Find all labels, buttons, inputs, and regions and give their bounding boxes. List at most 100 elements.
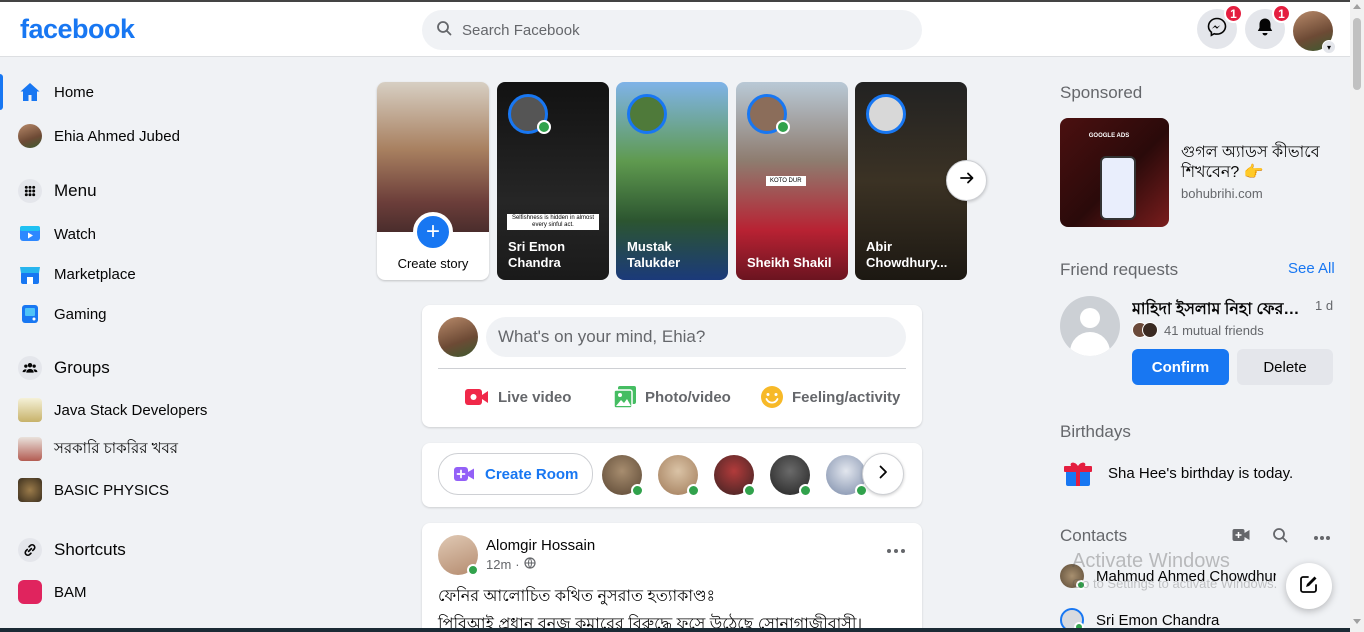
online-indicator xyxy=(687,484,700,497)
room-contact-avatar[interactable] xyxy=(602,455,644,497)
post-author-avatar[interactable] xyxy=(438,535,479,576)
messenger-button[interactable]: 1 xyxy=(1197,4,1243,49)
phone-graphic xyxy=(1100,156,1136,220)
ad-title[interactable]: গুগল অ্যাডস কীভাবে শিখবেন? 👉 xyxy=(1181,143,1331,183)
delete-request-button[interactable]: Delete xyxy=(1237,349,1333,385)
online-indicator xyxy=(537,120,551,134)
room-contact-avatar[interactable] xyxy=(714,455,756,497)
see-all-link[interactable]: See All xyxy=(1288,260,1335,277)
create-room-button[interactable]: Create Room xyxy=(438,453,594,495)
sidebar-item-label: Menu xyxy=(54,181,97,200)
composer-input[interactable]: What's on your mind, Ehia? xyxy=(486,317,906,357)
sidebar-item-watch[interactable]: Watch xyxy=(8,212,328,256)
sidebar-item-bam[interactable]: BAM xyxy=(8,570,328,614)
search-contacts-button[interactable] xyxy=(1268,525,1292,549)
arrow-right-icon xyxy=(958,169,976,192)
search-icon xyxy=(436,20,452,41)
online-indicator xyxy=(799,484,812,497)
sidebar-item-label: BAM xyxy=(54,583,87,601)
account-avatar-button[interactable]: ▾ xyxy=(1293,11,1336,54)
friend-request-name[interactable]: মাহিদা ইসলাম নিহা ফেরদৌসী xyxy=(1132,296,1307,323)
sidebar-item-gaming[interactable]: Gaming xyxy=(8,292,328,336)
link-icon xyxy=(18,538,42,562)
contacts-heading: Contacts xyxy=(1060,526,1128,545)
contacts-options-button[interactable] xyxy=(1310,525,1334,549)
sidebar-item-marketplace[interactable]: Marketplace xyxy=(8,252,328,296)
stories-next-button[interactable] xyxy=(946,160,987,201)
contact-name: Sri Emon Chandra xyxy=(1096,611,1220,629)
groups-icon xyxy=(18,356,42,380)
friend-requests-heading: Friend requests xyxy=(1060,260,1179,279)
ad-url[interactable]: bohubrihi.com xyxy=(1181,186,1263,201)
online-indicator xyxy=(743,484,756,497)
sidebar-item-label: সরকারি চাকরির খবর xyxy=(54,439,179,457)
story-card[interactable]: KOTO DUR Sheikh Shakil xyxy=(736,82,848,280)
story-name: Mustak Talukder xyxy=(627,239,681,270)
create-story-card[interactable]: + Create story xyxy=(377,82,489,280)
ad-image[interactable]: GOOGLE ADS xyxy=(1060,118,1169,227)
sidebar-item-menu[interactable]: Menu xyxy=(8,169,328,213)
post-author-name[interactable]: Alomgir Hossain xyxy=(486,537,595,554)
avatar[interactable] xyxy=(438,317,478,357)
create-story-label: Create story xyxy=(397,256,469,271)
notifications-button[interactable]: 1 xyxy=(1245,4,1291,49)
sidebar-item-shortcuts[interactable]: Shortcuts xyxy=(8,528,328,572)
story-name: Sheikh Shakil xyxy=(747,255,832,270)
scroll-down-icon[interactable] xyxy=(1353,619,1361,624)
post-composer: What's on your mind, Ehia? Live video Ph… xyxy=(422,305,922,427)
search-input[interactable] xyxy=(462,21,882,39)
story-avatar xyxy=(627,94,667,134)
gift-icon xyxy=(1060,455,1096,491)
scroll-up-icon[interactable] xyxy=(1353,4,1361,9)
mutual-friend-avatar xyxy=(1142,322,1158,338)
birthday-notice[interactable]: Sha Hee's birthday is today. xyxy=(1060,455,1293,491)
birthday-person[interactable]: Sha Hee xyxy=(1108,465,1166,482)
watch-icon xyxy=(18,222,42,246)
story-card[interactable]: Selfishness is hidden in almost every si… xyxy=(497,82,609,280)
post-more-button[interactable] xyxy=(886,541,906,559)
rooms-next-button[interactable] xyxy=(862,453,904,495)
sidebar-item-group-java[interactable]: Java Stack Developers xyxy=(8,388,328,432)
facebook-logo[interactable]: facebook xyxy=(20,14,135,45)
photo-video-label: Photo/video xyxy=(645,388,731,406)
home-icon xyxy=(18,80,42,104)
live-video-button[interactable]: Live video xyxy=(464,382,571,412)
room-contact-avatar[interactable] xyxy=(770,455,812,497)
online-indicator xyxy=(467,564,479,576)
photo-icon xyxy=(613,385,637,409)
live-video-label: Live video xyxy=(498,388,572,406)
video-camera-icon xyxy=(1232,528,1250,547)
sidebar-item-group-physics[interactable]: BASIC PHYSICS xyxy=(8,468,328,512)
friend-request-time: 1 d xyxy=(1315,298,1334,313)
confirm-request-button[interactable]: Confirm xyxy=(1132,349,1229,385)
post-time[interactable]: 12m xyxy=(486,557,511,572)
divider xyxy=(438,368,906,369)
sidebar-item-group-jobs[interactable]: সরকারি চাকরির খবর xyxy=(8,427,328,471)
sidebar-item-profile[interactable]: Ehia Ahmed Jubed xyxy=(8,114,328,158)
sponsored-heading: Sponsored xyxy=(1060,83,1143,102)
app-icon xyxy=(18,580,42,604)
group-avatar xyxy=(18,478,42,502)
new-room-button[interactable] xyxy=(1229,525,1253,549)
new-message-button[interactable] xyxy=(1286,563,1332,609)
story-name: Abir Chowdhury... xyxy=(866,239,948,270)
story-card[interactable]: Mustak Talukder xyxy=(616,82,728,280)
page-scrollbar[interactable] xyxy=(1350,0,1364,632)
sidebar-item-groups[interactable]: Groups xyxy=(8,346,328,390)
post-text-line: ফেনির আলোচিত কথিত নুসরাত হত্যাকাণ্ডঃ xyxy=(438,588,716,605)
friend-request-avatar[interactable] xyxy=(1060,296,1120,356)
avatar-placeholder-head xyxy=(1080,308,1100,328)
sidebar-item-label: Gaming xyxy=(54,305,107,323)
sidebar-item-label: BASIC PHYSICS xyxy=(54,481,170,499)
room-contact-avatar[interactable] xyxy=(658,455,700,497)
menu-grid-icon xyxy=(18,179,42,203)
feeling-activity-button[interactable]: Feeling/activity xyxy=(760,382,900,412)
story-caption: KOTO DUR xyxy=(766,176,806,186)
search-box[interactable] xyxy=(422,10,922,50)
photo-video-button[interactable]: Photo/video xyxy=(613,382,731,412)
group-avatar xyxy=(18,437,42,461)
sidebar-item-home[interactable]: Home xyxy=(0,70,328,114)
avatar xyxy=(18,124,42,148)
room-contact-avatar[interactable] xyxy=(826,455,868,497)
scrollbar-thumb[interactable] xyxy=(1353,18,1361,90)
